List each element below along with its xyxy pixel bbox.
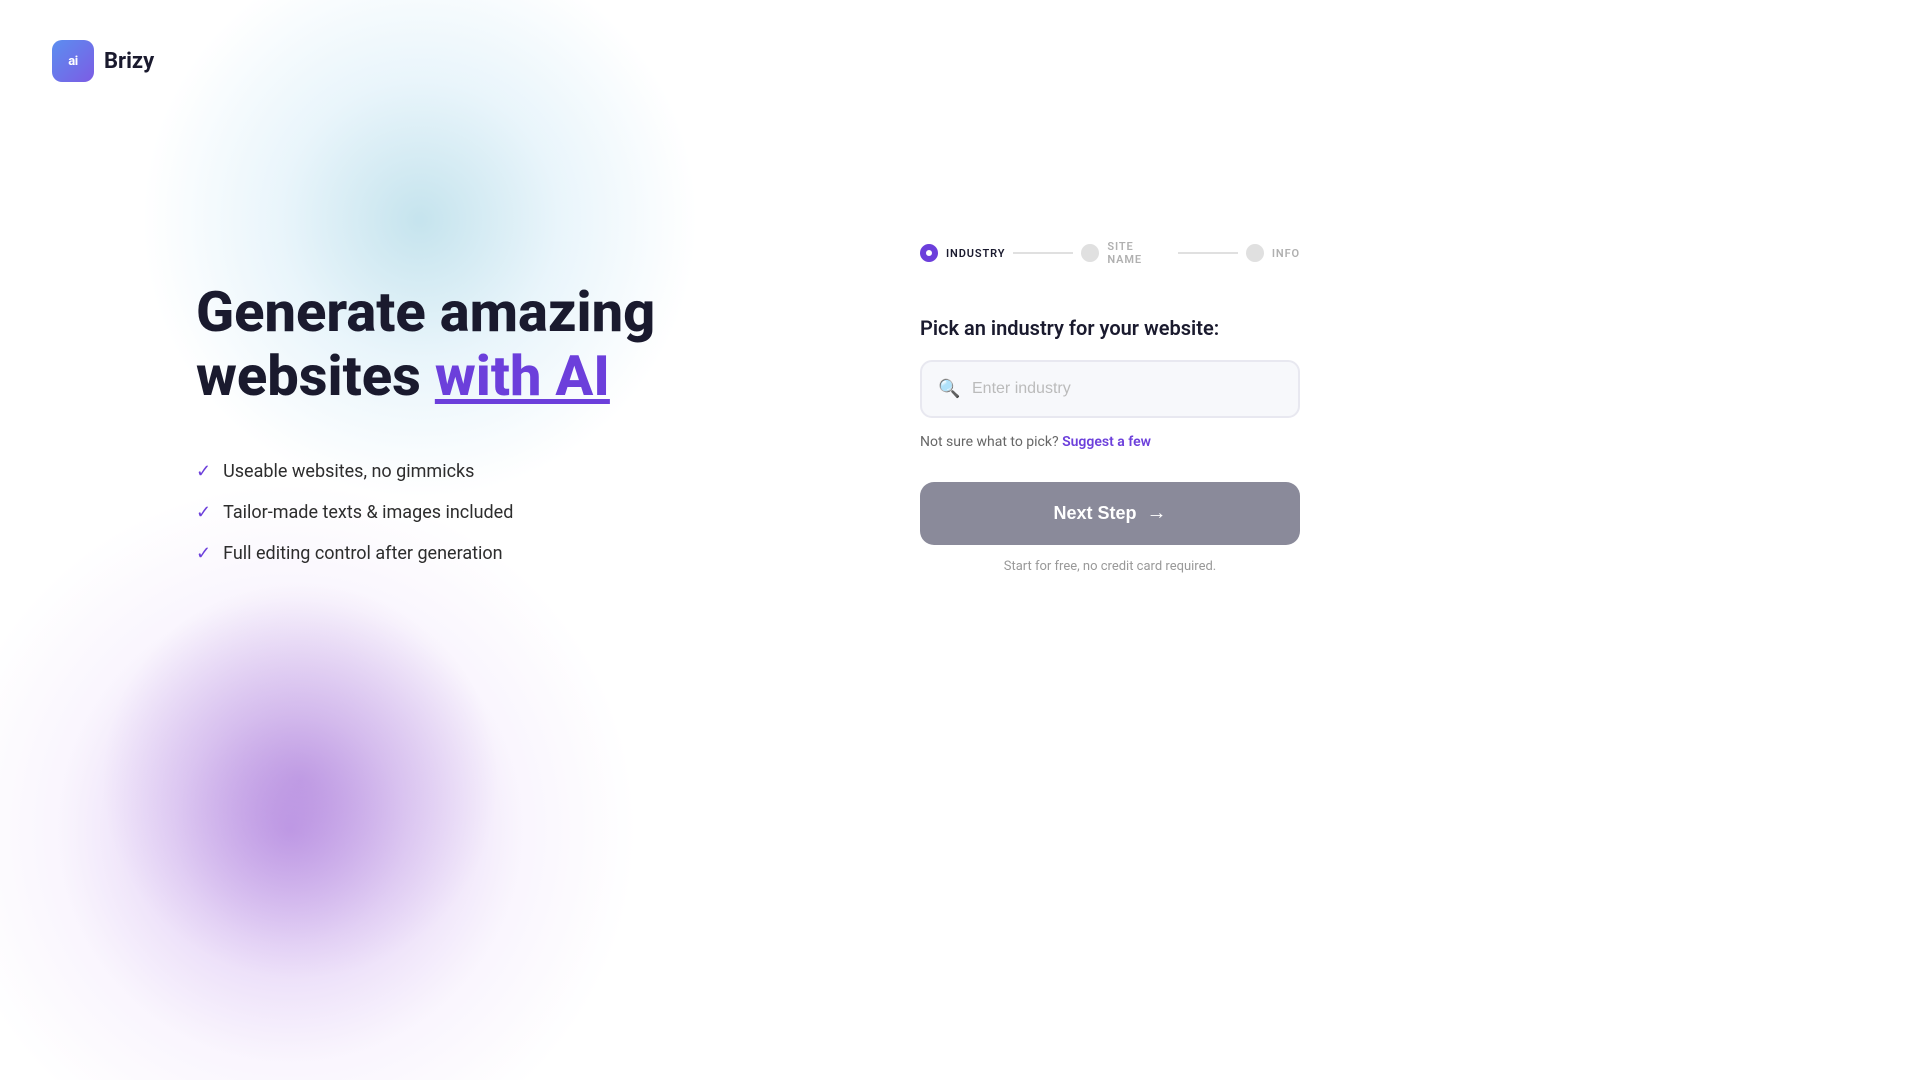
step-info: INFO	[1246, 244, 1300, 262]
step-label-industry: INDUSTRY	[946, 247, 1005, 260]
logo-icon: ai	[52, 40, 94, 82]
check-icon: ✓	[196, 502, 211, 523]
headline-accent: with AI	[435, 343, 610, 409]
step-dot-industry	[920, 244, 938, 262]
step-industry: INDUSTRY	[920, 244, 1005, 262]
headline: Generate amazing websites with AI	[196, 280, 655, 409]
check-icon: ✓	[196, 461, 211, 482]
next-step-button[interactable]: Next Step →	[920, 482, 1300, 545]
check-icon: ✓	[196, 543, 211, 564]
logo-text: Brizy	[104, 49, 154, 74]
step-divider-1	[1013, 252, 1073, 254]
step-label-info: INFO	[1272, 247, 1300, 260]
suggest-link[interactable]: Suggest a few	[1062, 434, 1151, 450]
arrow-icon: →	[1147, 502, 1167, 525]
step-sitename: SITE NAME	[1081, 240, 1170, 266]
form-label: Pick an industry for your website:	[920, 316, 1300, 340]
step-dot-info	[1246, 244, 1264, 262]
step-label-sitename: SITE NAME	[1107, 240, 1170, 266]
step-divider-2	[1178, 252, 1238, 254]
suggest-text: Not sure what to pick? Suggest a few	[920, 434, 1300, 450]
list-item: ✓ Useable websites, no gimmicks	[196, 461, 655, 482]
industry-input-wrapper: 🔍	[920, 360, 1300, 418]
form-panel: INDUSTRY SITE NAME INFO Pick an industry…	[920, 240, 1300, 574]
list-item: ✓ Full editing control after generation	[196, 543, 655, 564]
features-list: ✓ Useable websites, no gimmicks ✓ Tailor…	[196, 461, 655, 564]
search-icon: 🔍	[938, 379, 960, 400]
industry-input[interactable]	[920, 360, 1300, 418]
step-dot-sitename	[1081, 244, 1099, 262]
free-note: Start for free, no credit card required.	[920, 559, 1300, 574]
next-step-label: Next Step	[1053, 503, 1136, 524]
step-indicator: INDUSTRY SITE NAME INFO	[920, 240, 1300, 266]
header: ai Brizy	[52, 40, 154, 82]
list-item: ✓ Tailor-made texts & images included	[196, 502, 655, 523]
hero-section: Generate amazing websites with AI ✓ Usea…	[196, 280, 655, 564]
